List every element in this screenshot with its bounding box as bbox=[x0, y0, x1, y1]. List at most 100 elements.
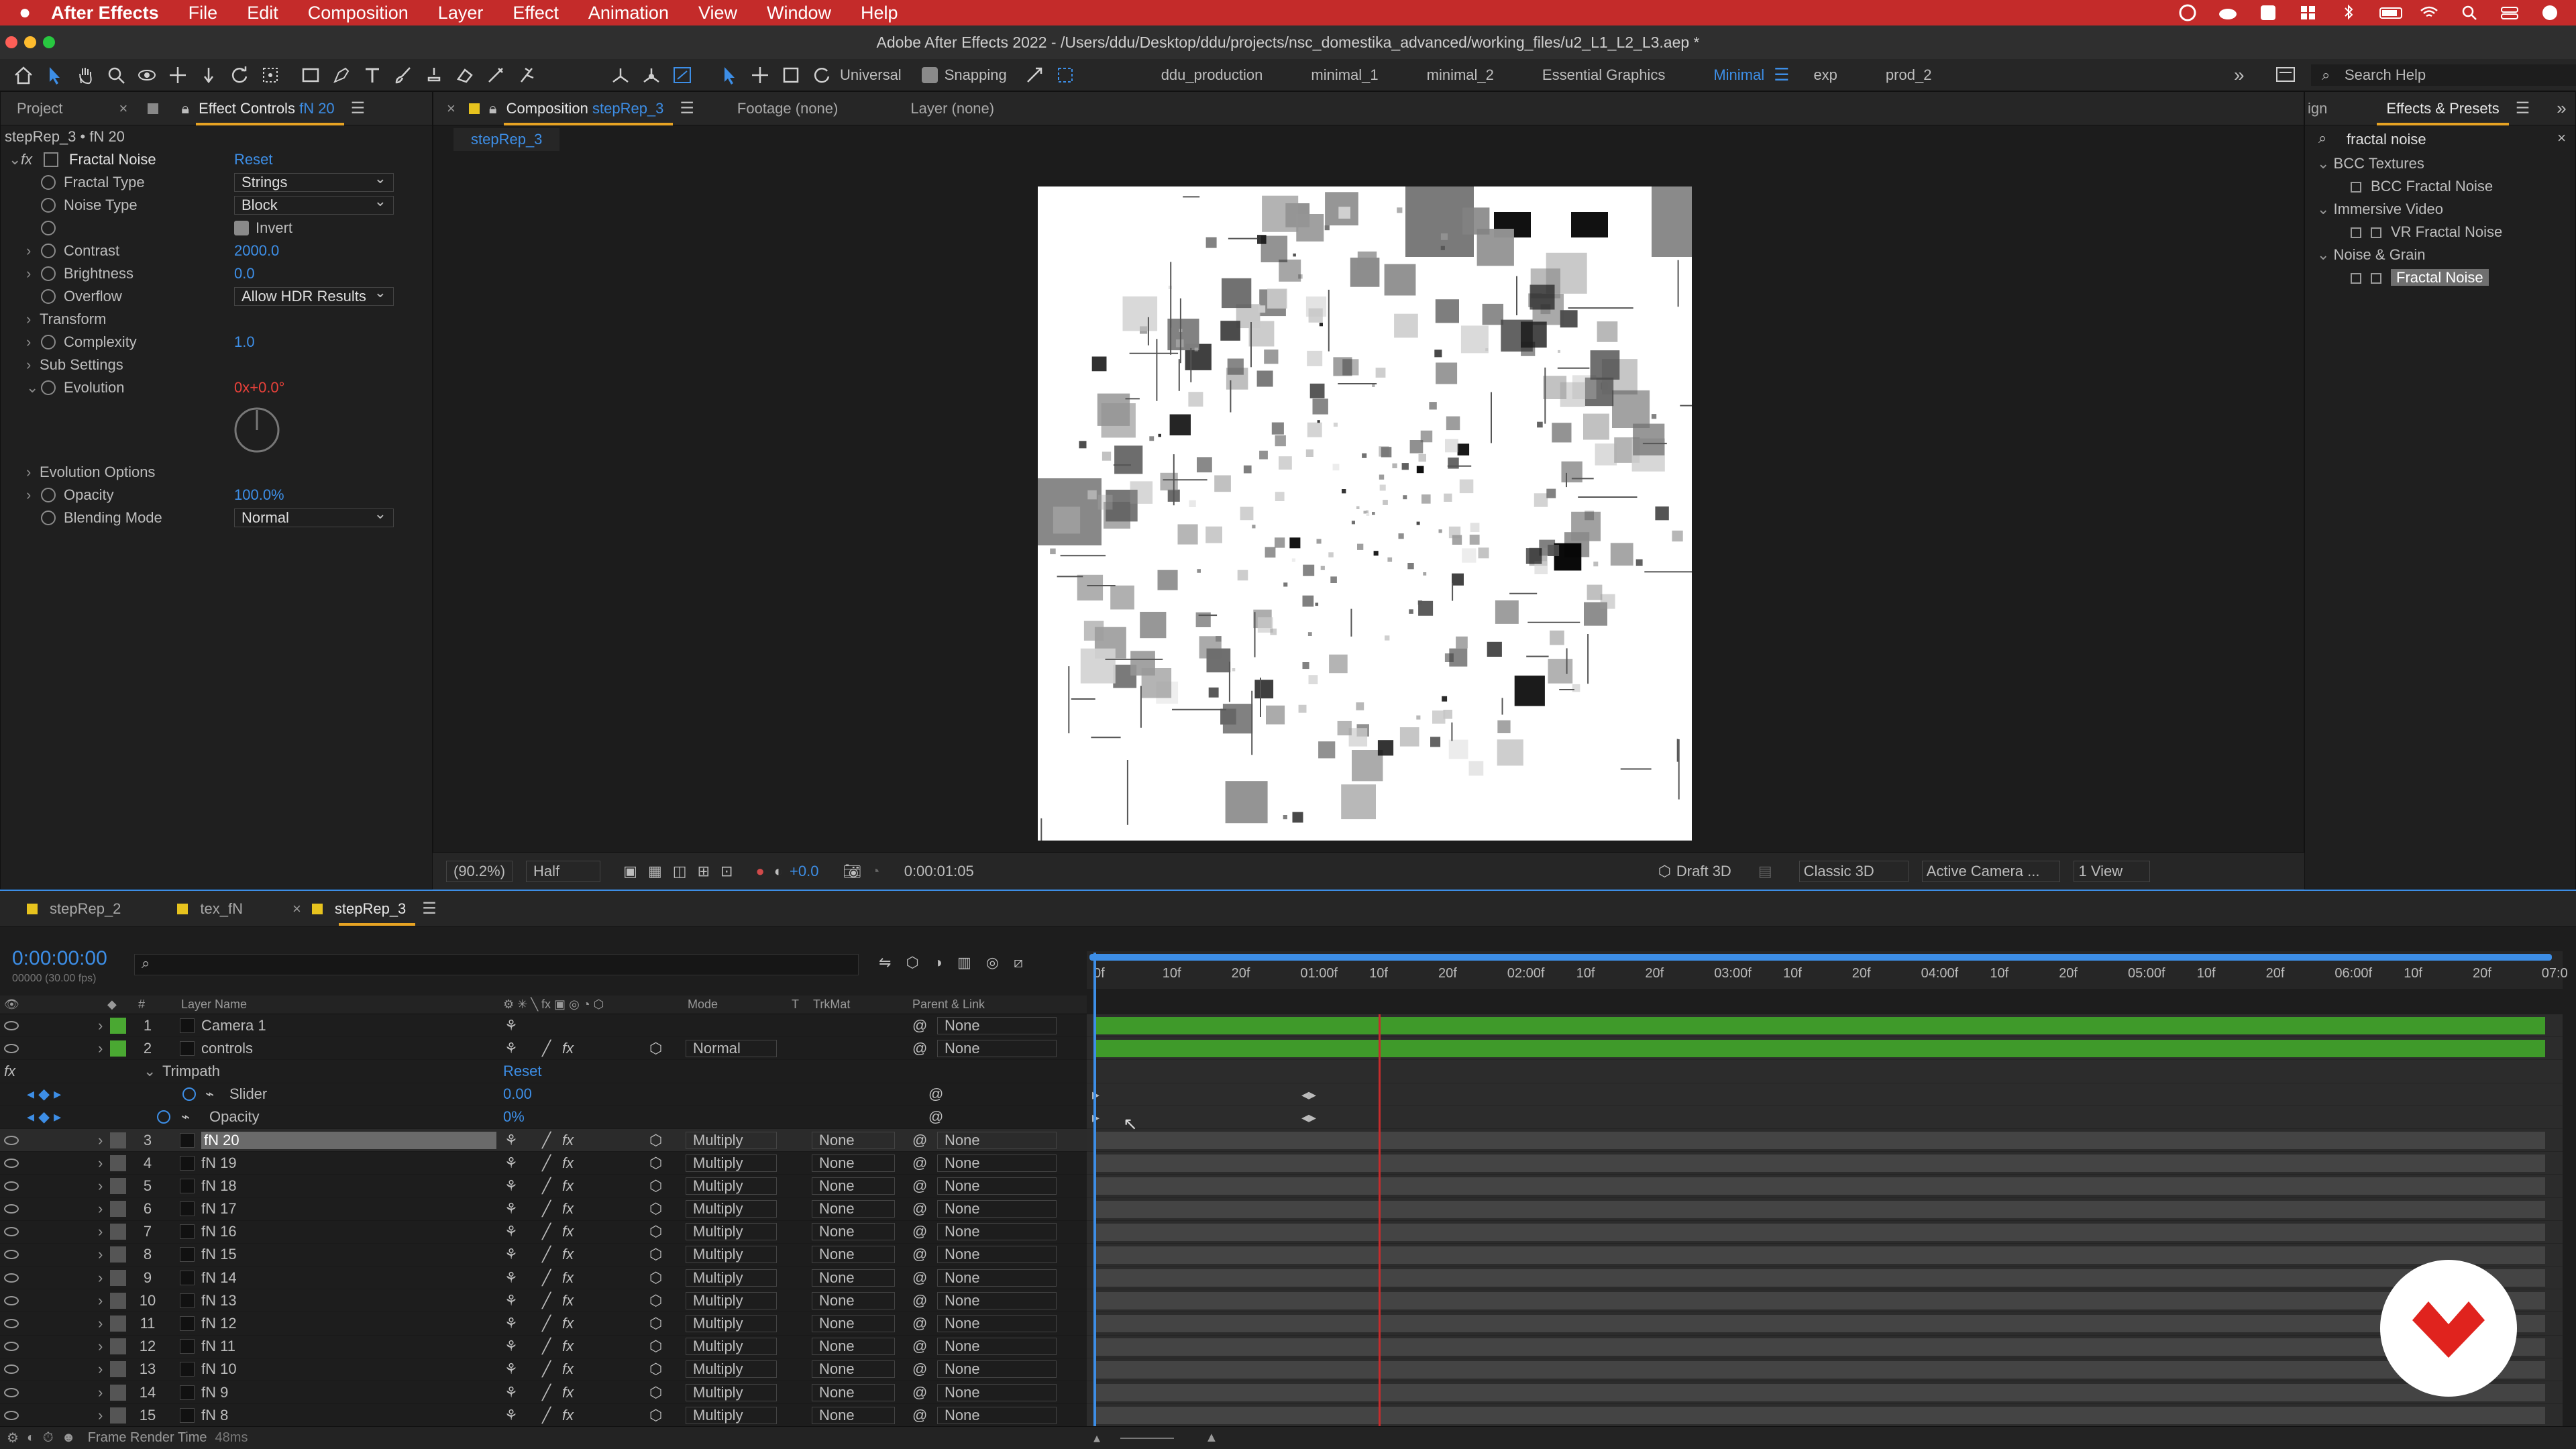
track-row[interactable] bbox=[1087, 1198, 2563, 1221]
layer-row-fn-20[interactable]: › 3 fN 20 ⚘ ╱ fx ⬡ Multiply None @ None bbox=[0, 1128, 1087, 1152]
pickwhip-icon[interactable]: @ bbox=[912, 1223, 927, 1240]
keyframe-nav-icon[interactable]: ◂ ◆ ▸ bbox=[27, 1085, 61, 1103]
layer-duration-bar[interactable] bbox=[1096, 1292, 2545, 1310]
expand-layer-icon[interactable]: › bbox=[98, 1017, 103, 1034]
layer-row-camera-1[interactable]: › 1 Camera 1 ⚘ @ None bbox=[0, 1014, 1087, 1038]
fx-switch-icon[interactable]: fx bbox=[562, 1292, 574, 1309]
timeline-search-input[interactable]: ⌕ bbox=[134, 954, 859, 975]
parent-dropdown[interactable]: None bbox=[937, 1269, 1057, 1287]
parent-dropdown[interactable]: None bbox=[937, 1223, 1057, 1241]
graph-icon[interactable]: ⌁ bbox=[205, 1085, 214, 1103]
label-color-swatch[interactable] bbox=[110, 1269, 126, 1286]
expand-layer-icon[interactable]: › bbox=[98, 1132, 103, 1149]
scale-icon[interactable] bbox=[780, 64, 802, 87]
layer-name[interactable]: Camera 1 bbox=[201, 1017, 266, 1034]
fx-switch-icon[interactable]: fx bbox=[562, 1132, 574, 1149]
trkmat-dropdown[interactable]: None bbox=[812, 1383, 895, 1401]
lock-icon[interactable]: 🔒︎ bbox=[181, 100, 189, 117]
layer-duration-bar[interactable] bbox=[1096, 1315, 2545, 1333]
complexity-value[interactable]: 1.0 bbox=[234, 333, 255, 351]
effect-fractal-noise[interactable]: Fractal Noise bbox=[2305, 266, 2575, 289]
quality-switch-icon[interactable]: ╱ bbox=[542, 1292, 551, 1309]
render-time-toggle-icon[interactable]: ⏱ bbox=[43, 1430, 54, 1446]
layer-name[interactable]: controls bbox=[201, 1040, 253, 1057]
label-color-swatch[interactable] bbox=[110, 1224, 126, 1240]
quality-switch-icon[interactable]: ╱ bbox=[542, 1132, 551, 1149]
layer-row-fn-9[interactable]: › 14 fN 9 ⚘ ╱ fx ⬡ Multiply None @ None bbox=[0, 1381, 1087, 1405]
visibility-eye-icon[interactable] bbox=[4, 1342, 19, 1352]
menu-composition[interactable]: Composition bbox=[308, 3, 409, 23]
brightness-value[interactable]: 0.0 bbox=[234, 265, 255, 282]
show-snapshot-icon[interactable]: ◔ bbox=[871, 863, 879, 880]
3d-layer-switch-icon[interactable]: ⬡ bbox=[649, 1315, 662, 1332]
expand-layer-icon[interactable]: › bbox=[98, 1338, 103, 1355]
track-row[interactable] bbox=[1087, 1336, 2563, 1358]
region-of-interest-icon[interactable]: ▣ bbox=[623, 863, 637, 880]
param-transform[interactable]: › Transform bbox=[1, 308, 432, 331]
pickwhip-icon[interactable]: @ bbox=[912, 1384, 927, 1401]
close-tab-icon[interactable]: × bbox=[119, 100, 127, 117]
layer-name[interactable]: fN 9 bbox=[201, 1384, 228, 1401]
visibility-eye-icon[interactable] bbox=[4, 1410, 19, 1420]
frame-blending-icon[interactable]: ▥ bbox=[957, 954, 971, 971]
layer-row-fn-15[interactable]: › 8 fN 15 ⚘ ╱ fx ⬡ Multiply None @ None bbox=[0, 1244, 1087, 1267]
3d-layer-switch-icon[interactable]: ⬡ bbox=[649, 1384, 662, 1401]
expand-layer-icon[interactable]: › bbox=[98, 1155, 103, 1172]
expand-layer-icon[interactable]: › bbox=[98, 1407, 103, 1424]
pickwhip-icon[interactable]: @ bbox=[912, 1338, 927, 1355]
3d-layer-switch-icon[interactable]: ⬡ bbox=[649, 1292, 662, 1309]
universal-select-icon[interactable] bbox=[718, 64, 741, 87]
parent-dropdown[interactable]: None bbox=[937, 1154, 1057, 1172]
shy-switch-icon[interactable]: ⚘ bbox=[504, 1407, 518, 1424]
menu-layer[interactable]: Layer bbox=[438, 3, 484, 23]
layer-duration-bar[interactable] bbox=[1096, 1338, 2545, 1356]
layer-duration-bar[interactable] bbox=[1096, 1223, 2545, 1241]
shy-switch-icon[interactable]: ⚘ bbox=[504, 1246, 518, 1263]
layer-duration-bar[interactable] bbox=[1096, 1131, 2545, 1149]
fx-switch-icon[interactable]: fx bbox=[562, 1338, 574, 1355]
group-bcc-textures[interactable]: ⌄ BCC Textures bbox=[2305, 152, 2575, 175]
trkmat-dropdown[interactable]: None bbox=[812, 1223, 895, 1241]
tab-project[interactable]: Project bbox=[1, 92, 78, 125]
label-color-swatch[interactable] bbox=[110, 1316, 126, 1332]
parent-dropdown[interactable]: None bbox=[937, 1016, 1057, 1034]
timeline-tracks[interactable]: ▸◂▸▸◂▸ bbox=[1087, 1014, 2563, 1428]
visibility-eye-icon[interactable] bbox=[4, 1273, 19, 1283]
stopwatch-icon[interactable] bbox=[41, 335, 56, 350]
tab-effects-presets[interactable]: Effects & Presets bbox=[2370, 92, 2515, 125]
timeline-zoom-slider[interactable] bbox=[1120, 1438, 1174, 1439]
cloud-icon[interactable] bbox=[2218, 4, 2238, 21]
guides-icon[interactable]: ⊞ bbox=[698, 863, 710, 880]
fx-switch-icon[interactable]: fx bbox=[562, 1155, 574, 1172]
zoom-dropdown[interactable]: (90.2%) bbox=[446, 860, 513, 882]
layer-row-fn-10[interactable]: › 13 fN 10 ⚘ ╱ fx ⬡ Multiply None @ None bbox=[0, 1358, 1087, 1381]
quality-switch-icon[interactable]: ╱ bbox=[542, 1360, 551, 1378]
exposure-value[interactable]: +0.0 bbox=[790, 863, 818, 880]
graph-icon[interactable]: ⌁ bbox=[181, 1108, 190, 1126]
rotate-tool-icon[interactable] bbox=[228, 64, 251, 87]
type-tool-icon[interactable] bbox=[361, 64, 384, 87]
shy-switch-icon[interactable]: ⚘ bbox=[504, 1338, 518, 1355]
fx-switch-icon[interactable]: fx bbox=[562, 1223, 574, 1240]
effects-search-field[interactable]: ⌕ fractal noise × bbox=[2305, 128, 2575, 152]
shy-switch-icon[interactable]: ⚘ bbox=[504, 1200, 518, 1218]
snap-options-icon[interactable] bbox=[1023, 64, 1046, 87]
visibility-eye-icon[interactable] bbox=[4, 1204, 19, 1214]
visibility-eye-icon[interactable] bbox=[4, 1158, 19, 1168]
workspace-essential-graphics[interactable]: Essential Graphics bbox=[1542, 66, 1665, 84]
stopwatch-icon[interactable] bbox=[157, 1110, 170, 1124]
orbit-tool-icon[interactable] bbox=[136, 64, 158, 87]
hide-shy-layers-icon[interactable]: ◑ bbox=[934, 954, 943, 971]
resolution-dropdown[interactable]: Half bbox=[526, 860, 601, 882]
track-row[interactable] bbox=[1087, 1381, 2563, 1405]
fx-switch-icon[interactable]: fx bbox=[562, 1269, 574, 1287]
expand-layer-icon[interactable]: › bbox=[98, 1360, 103, 1378]
battery-icon[interactable] bbox=[2379, 4, 2402, 21]
panel-overflow-icon[interactable]: » bbox=[2557, 98, 2566, 119]
effect-header-row[interactable]: ⌄ fx Fractal Noise Reset bbox=[1, 148, 432, 171]
layer-duration-bar[interactable] bbox=[1096, 1246, 2545, 1264]
parent-dropdown[interactable]: None bbox=[937, 1360, 1057, 1379]
label-color-swatch[interactable] bbox=[110, 1338, 126, 1355]
search-help-panel-icon[interactable] bbox=[2274, 63, 2297, 86]
layer-name[interactable]: fN 15 bbox=[201, 1246, 237, 1263]
